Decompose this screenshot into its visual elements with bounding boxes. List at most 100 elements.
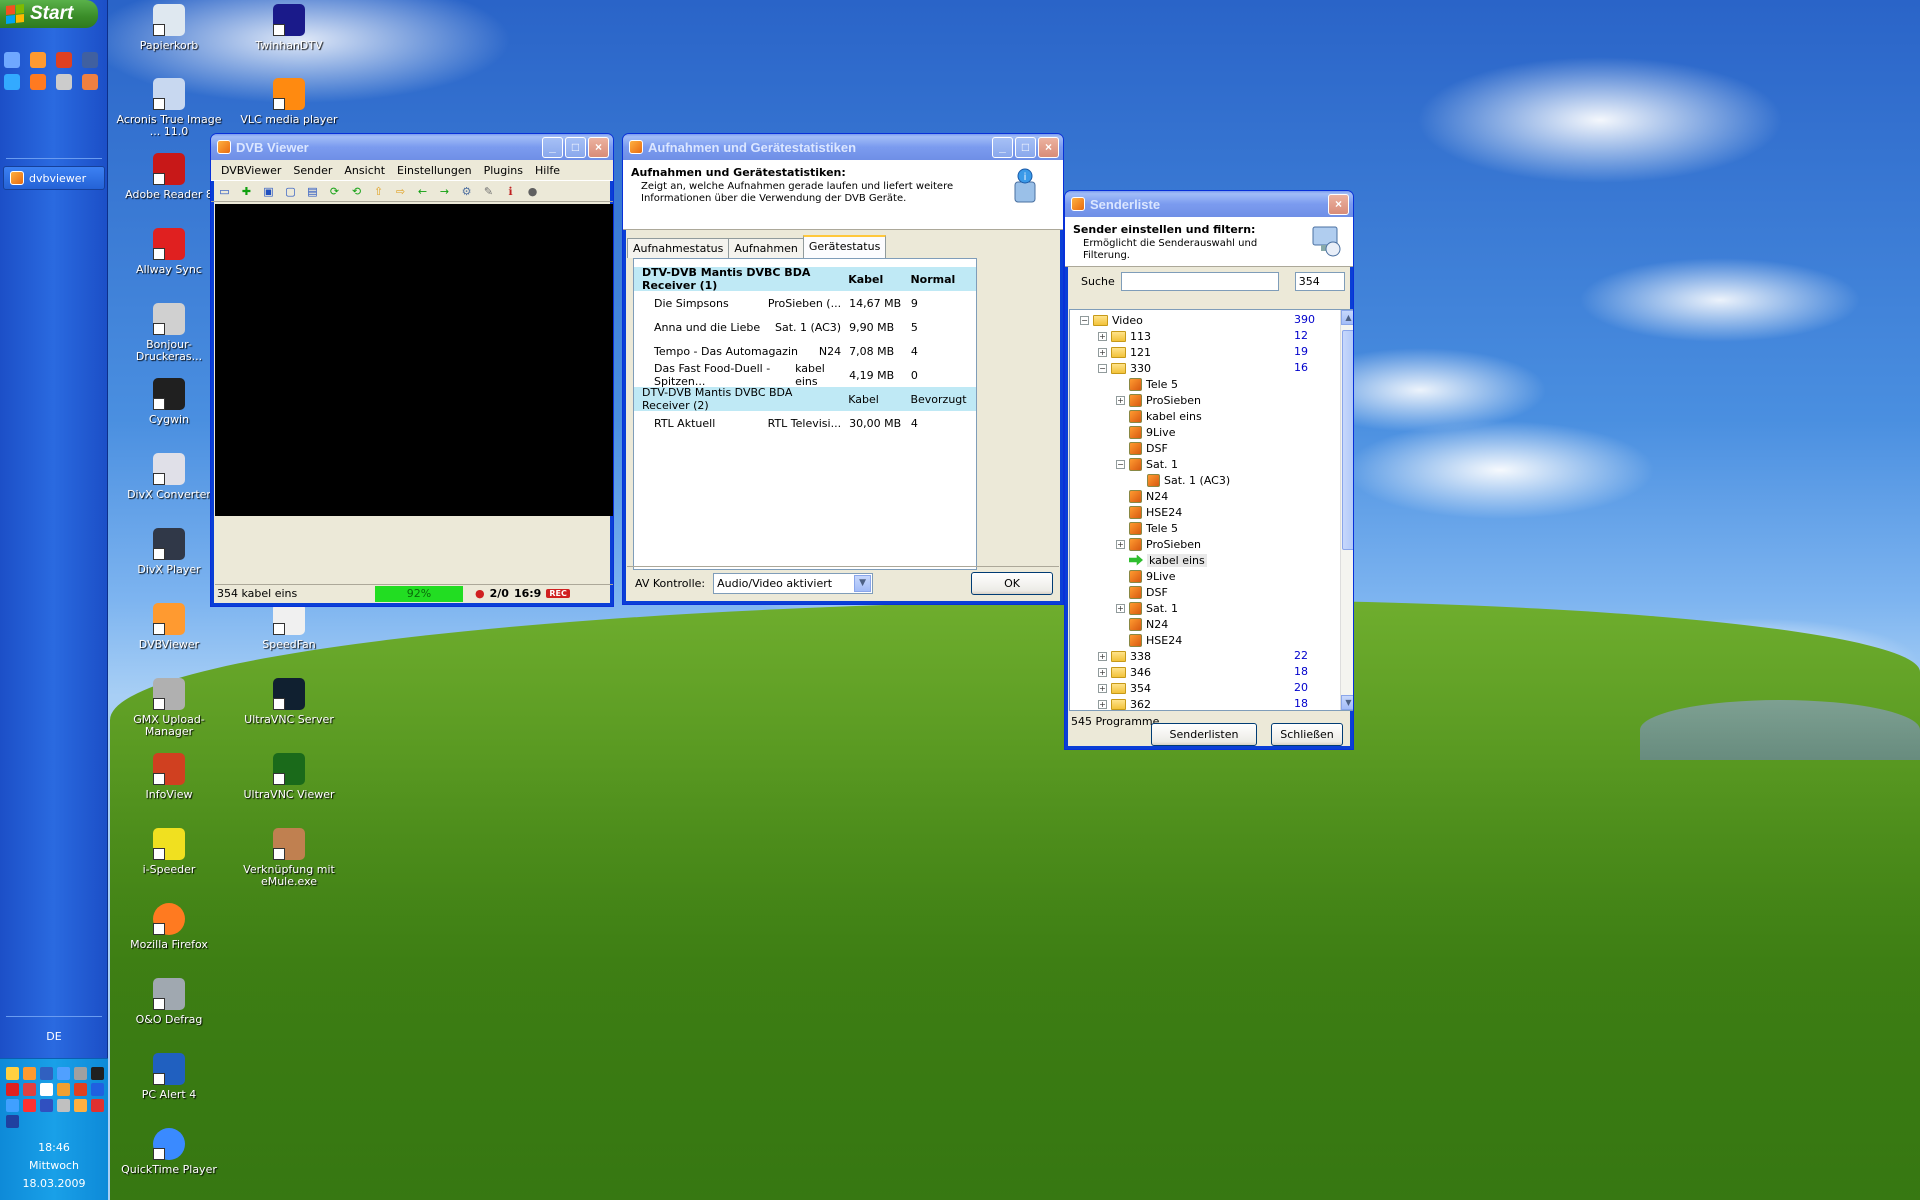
tree-channel[interactable]: 9Live <box>1116 568 1175 584</box>
desktop-icon-ultravnc-viewer[interactable]: UltraVNC Viewer <box>234 753 344 801</box>
tab-aufnahmestatus[interactable]: Aufnahmestatus <box>627 238 730 258</box>
table-row[interactable]: RTL Aktuell RTL Televisi... 30,00 MB 4 <box>634 411 976 435</box>
desktop-icon-bonjour[interactable]: Bonjour-Druckeras... <box>114 303 224 363</box>
tree-folder[interactable]: +113 <box>1098 328 1151 344</box>
start-button[interactable]: Start <box>0 0 98 28</box>
tray-volume-icon[interactable] <box>40 1083 53 1096</box>
desktop-icon-gmx[interactable]: GMX Upload-Manager <box>114 678 224 738</box>
expand-icon[interactable]: + <box>1098 651 1107 661</box>
tree-channel[interactable]: + ProSieben <box>1116 536 1201 552</box>
dvb-viewer-titlebar[interactable]: DVB Viewer _ □ × <box>211 134 613 160</box>
collapse-icon[interactable]: − <box>1080 315 1089 325</box>
clock[interactable]: 18:46 Mittwoch 18.03.2009 <box>0 1139 108 1193</box>
expand-icon[interactable]: + <box>1098 331 1107 341</box>
desktop-icon-quicktime[interactable]: QuickTime Player <box>114 1128 224 1176</box>
collapse-icon[interactable]: − <box>1116 459 1125 469</box>
device-group-row[interactable]: DTV-DVB Mantis DVBC BDA Receiver (1) Kab… <box>634 266 976 292</box>
tab-geraetestatus[interactable]: Gerätestatus <box>802 235 887 258</box>
arrow-left-icon[interactable]: ← <box>413 183 432 200</box>
app-quicklaunch-icon[interactable] <box>56 52 72 68</box>
language-indicator[interactable]: DE <box>0 1030 108 1043</box>
arrow-right-icon[interactable]: → <box>435 183 454 200</box>
refresh-icon[interactable]: ⟳ <box>325 183 344 200</box>
desktop-icon-emule[interactable]: Verknüpfung mit eMule.exe <box>234 828 344 888</box>
menu-einstellungen[interactable]: Einstellungen <box>391 164 478 177</box>
desktop-icon-divx-player[interactable]: DivX Player <box>114 528 224 576</box>
channel-number-input[interactable]: 354 <box>1294 271 1345 291</box>
menu-dvbviewer[interactable]: DVBViewer <box>215 164 287 177</box>
senderlisten-editor-button[interactable]: Senderlisten Editor <box>1151 723 1257 746</box>
tree-folder[interactable]: − Video <box>1080 312 1143 328</box>
close-button[interactable]: × <box>1038 137 1059 158</box>
tray-app-icon-7[interactable] <box>91 1083 104 1096</box>
tree-channel[interactable]: Tele 5 <box>1116 376 1178 392</box>
app-quicklaunch-icon-3[interactable] <box>56 74 72 90</box>
recordings-titlebar[interactable]: Aufnahmen und Gerätestatistiken _ □ × <box>623 134 1063 160</box>
desktop-mode-icon[interactable]: ▤ <box>303 183 322 200</box>
menu-sender[interactable]: Sender <box>287 164 338 177</box>
table-row[interactable]: Das Fast Food-Duell - Spitzen... kabel ei… <box>634 362 976 388</box>
tray-app-icon-3[interactable] <box>91 1067 104 1080</box>
scroll-down-icon[interactable]: ▼ <box>1341 695 1353 710</box>
plus-icon[interactable]: ✚ <box>237 183 256 200</box>
desktop-icon-infoview[interactable]: InfoView <box>114 753 224 801</box>
tree-channel[interactable]: Tele 5 <box>1116 520 1178 536</box>
desktop-icon-allway-sync[interactable]: Allway Sync <box>114 228 224 276</box>
maximize-button[interactable]: □ <box>565 137 586 158</box>
tree-channel[interactable]: + Sat. 1 <box>1116 600 1178 616</box>
forward-icon[interactable]: ⟲ <box>347 183 366 200</box>
desktop-icon-divx-converter[interactable]: DivX Converter <box>114 453 224 501</box>
tree-channel[interactable]: N24 <box>1116 616 1168 632</box>
tray-app-icon-11[interactable] <box>57 1099 70 1112</box>
tray-network-icon[interactable] <box>40 1067 53 1080</box>
tray-app-icon-5[interactable] <box>57 1083 70 1096</box>
scroll-up-icon[interactable]: ▲ <box>1341 310 1353 325</box>
tray-app-icon[interactable] <box>57 1067 70 1080</box>
window-icon[interactable]: ▣ <box>259 183 278 200</box>
desktop-icon-vlc[interactable]: VLC media player <box>234 78 344 126</box>
desktop-icon-defrag[interactable]: O&O Defrag <box>114 978 224 1026</box>
tree-channel[interactable]: DSF <box>1116 440 1168 456</box>
app-quicklaunch-icon-4[interactable] <box>82 74 98 90</box>
tray-app-icon-4[interactable] <box>23 1083 36 1096</box>
tray-kaspersky-icon[interactable] <box>6 1083 19 1096</box>
scrollbar-thumb[interactable] <box>1342 330 1353 550</box>
video-area[interactable] <box>215 204 613 516</box>
dvbviewer-quicklaunch-icon[interactable] <box>30 52 46 68</box>
tree-folder[interactable]: +338 <box>1098 648 1151 664</box>
tray-shield-icon[interactable] <box>6 1067 19 1080</box>
av-control-select[interactable]: Audio/Video aktiviert ▼ <box>713 573 874 594</box>
tree-folder[interactable]: +354 <box>1098 680 1151 696</box>
info-icon[interactable]: ℹ <box>501 183 520 200</box>
chevron-down-icon[interactable]: ▼ <box>854 575 872 592</box>
table-row[interactable]: Tempo - Das Automagazin N24 7,08 MB 4 <box>634 339 976 363</box>
app-quicklaunch-icon-2[interactable] <box>82 52 98 68</box>
tray-app-icon-6[interactable] <box>74 1083 87 1096</box>
firefox-quicklaunch-icon[interactable] <box>30 74 46 90</box>
desktop-icon-twinhandtv[interactable]: TwinhanDTV <box>234 4 344 52</box>
fullscreen-icon[interactable]: ▢ <box>281 183 300 200</box>
menu-plugins[interactable]: Plugins <box>478 164 529 177</box>
collapse-icon[interactable]: − <box>1098 363 1107 373</box>
expand-icon[interactable]: + <box>1116 603 1125 613</box>
table-row[interactable]: Anna und die Liebe Sat. 1 (AC3) 9,90 MB 5 <box>634 315 976 339</box>
desktop-icon-papierkorb[interactable]: Papierkorb <box>114 4 224 52</box>
show-desktop-icon[interactable] <box>4 52 20 68</box>
settings-icon[interactable]: ⚙ <box>457 183 476 200</box>
maximize-button[interactable]: □ <box>1015 137 1036 158</box>
tree-folder[interactable]: +121 <box>1098 344 1151 360</box>
task-button-dvbviewer[interactable]: dvbviewer <box>3 166 105 190</box>
tray-app-icon-9[interactable] <box>23 1099 36 1112</box>
minimize-button[interactable]: _ <box>992 137 1013 158</box>
close-button[interactable]: × <box>1328 194 1349 215</box>
tray-app-icon-12[interactable] <box>74 1099 87 1112</box>
desktop-icon-adobe-reader[interactable]: Adobe Reader 8 <box>114 153 224 201</box>
tree-folder[interactable]: − 330 <box>1098 360 1151 376</box>
desktop-icon-speedfan[interactable]: SpeedFan <box>234 603 344 651</box>
device-group-row[interactable]: DTV-DVB Mantis DVBC BDA Receiver (2) Kab… <box>634 386 976 412</box>
tree-channel[interactable]: 9Live <box>1116 424 1175 440</box>
expand-icon[interactable]: + <box>1116 395 1125 405</box>
expand-icon[interactable]: + <box>1098 667 1107 677</box>
tree-channel[interactable]: HSE24 <box>1116 504 1182 520</box>
tree-channel[interactable]: kabel eins <box>1116 552 1207 568</box>
